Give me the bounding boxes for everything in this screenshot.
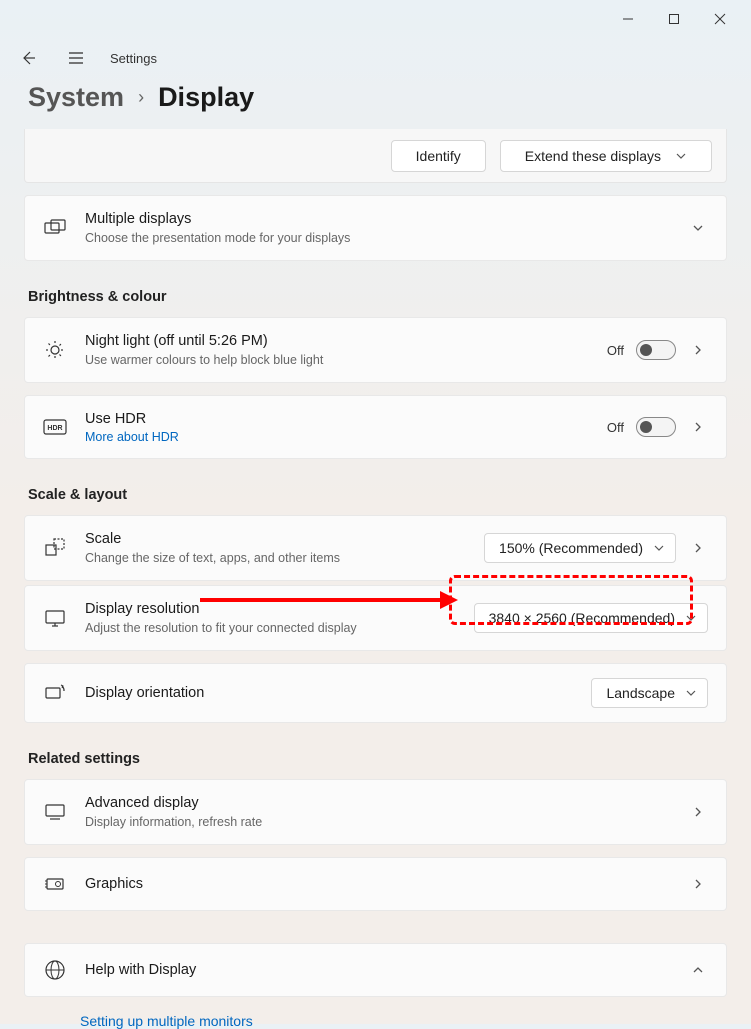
hdr-toggle[interactable] bbox=[636, 417, 676, 437]
resolution-sub: Adjust the resolution to fit your connec… bbox=[85, 620, 456, 636]
breadcrumb-system[interactable]: System bbox=[28, 82, 124, 113]
hdr-state: Off bbox=[607, 420, 624, 435]
advanced-display-sub: Display information, refresh rate bbox=[85, 814, 670, 830]
menu-button[interactable] bbox=[62, 44, 90, 72]
night-light-state: Off bbox=[607, 343, 624, 358]
breadcrumb: System › Display bbox=[0, 78, 751, 129]
chevron-right-icon: › bbox=[138, 87, 144, 108]
orientation-dropdown[interactable]: Landscape bbox=[591, 678, 708, 708]
help-display-title: Help with Display bbox=[85, 961, 670, 980]
help-link-multiple-monitors[interactable]: Setting up multiple monitors bbox=[24, 1001, 727, 1029]
breadcrumb-display: Display bbox=[158, 82, 254, 113]
identify-button[interactable]: Identify bbox=[391, 140, 486, 172]
minimize-button[interactable] bbox=[605, 3, 651, 35]
multiple-displays-icon bbox=[43, 216, 67, 240]
monitor-icon bbox=[43, 800, 67, 824]
resolution-value: 3840 × 2560 (Recommended) bbox=[489, 610, 675, 626]
back-button[interactable] bbox=[14, 44, 42, 72]
chevron-down-icon bbox=[685, 612, 697, 624]
night-light-row[interactable]: Night light (off until 5:26 PM) Use warm… bbox=[24, 317, 727, 383]
resolution-row: Display resolution Adjust the resolution… bbox=[24, 585, 727, 651]
chevron-down-icon bbox=[688, 221, 708, 235]
multiple-displays-sub: Choose the presentation mode for your di… bbox=[85, 230, 670, 246]
app-title: Settings bbox=[110, 51, 157, 66]
help-display-row[interactable]: Help with Display bbox=[24, 943, 727, 997]
scale-sub: Change the size of text, apps, and other… bbox=[85, 550, 466, 566]
chevron-right-icon bbox=[688, 877, 708, 891]
scale-section-header: Scale & layout bbox=[24, 463, 727, 515]
orientation-value: Landscape bbox=[606, 685, 675, 701]
chevron-down-icon bbox=[685, 687, 697, 699]
night-light-title: Night light (off until 5:26 PM) bbox=[85, 332, 589, 351]
orientation-row: Display orientation Landscape bbox=[24, 663, 727, 723]
chevron-down-icon bbox=[675, 150, 687, 162]
related-section-header: Related settings bbox=[24, 727, 727, 779]
resolution-icon bbox=[43, 606, 67, 630]
graphics-title: Graphics bbox=[85, 875, 670, 894]
night-light-icon bbox=[43, 338, 67, 362]
chevron-right-icon bbox=[688, 541, 708, 555]
graphics-icon bbox=[43, 872, 67, 896]
night-light-toggle[interactable] bbox=[636, 340, 676, 360]
svg-text:HDR: HDR bbox=[47, 425, 62, 432]
chevron-right-icon bbox=[688, 343, 708, 357]
chevron-right-icon bbox=[688, 420, 708, 434]
chevron-down-icon bbox=[653, 542, 665, 554]
multiple-displays-title: Multiple displays bbox=[85, 210, 670, 229]
graphics-row[interactable]: Graphics bbox=[24, 857, 727, 911]
hdr-icon: HDR bbox=[43, 415, 67, 439]
orientation-title: Display orientation bbox=[85, 684, 573, 703]
scale-value: 150% (Recommended) bbox=[499, 540, 643, 556]
hdr-link[interactable]: More about HDR bbox=[85, 430, 589, 444]
advanced-display-title: Advanced display bbox=[85, 794, 670, 813]
night-light-sub: Use warmer colours to help block blue li… bbox=[85, 352, 589, 368]
scale-dropdown[interactable]: 150% (Recommended) bbox=[484, 533, 676, 563]
brightness-section-header: Brightness & colour bbox=[24, 265, 727, 317]
hdr-title: Use HDR bbox=[85, 410, 589, 429]
multiple-displays-row[interactable]: Multiple displays Choose the presentatio… bbox=[24, 195, 727, 261]
display-arrangement-panel: Identify Extend these displays bbox=[24, 129, 727, 183]
scale-title: Scale bbox=[85, 530, 466, 549]
orientation-icon bbox=[43, 681, 67, 705]
advanced-display-row[interactable]: Advanced display Display information, re… bbox=[24, 779, 727, 845]
chevron-up-icon bbox=[688, 963, 708, 977]
scale-row[interactable]: Scale Change the size of text, apps, and… bbox=[24, 515, 727, 581]
extend-displays-dropdown[interactable]: Extend these displays bbox=[500, 140, 712, 172]
extend-displays-label: Extend these displays bbox=[525, 148, 661, 164]
maximize-button[interactable] bbox=[651, 3, 697, 35]
hdr-row[interactable]: HDR Use HDR More about HDR Off bbox=[24, 395, 727, 459]
resolution-dropdown[interactable]: 3840 × 2560 (Recommended) bbox=[474, 603, 708, 633]
globe-icon bbox=[43, 958, 67, 982]
chevron-right-icon bbox=[688, 805, 708, 819]
scale-icon bbox=[43, 536, 67, 560]
resolution-title: Display resolution bbox=[85, 600, 456, 619]
close-button[interactable] bbox=[697, 3, 743, 35]
